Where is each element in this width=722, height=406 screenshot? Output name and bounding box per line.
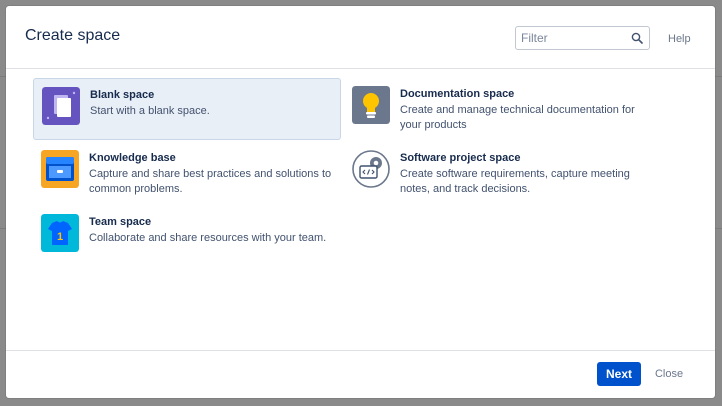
svg-text:1: 1 <box>57 231 63 243</box>
create-space-dialog: Create space Help Blank space Start with… <box>6 6 715 398</box>
help-link[interactable]: Help <box>668 33 691 45</box>
space-option-blank[interactable]: Blank space Start with a blank space. <box>33 78 341 140</box>
space-option-description: Collaborate and share resources with you… <box>89 232 327 244</box>
space-option-software-project[interactable]: Software project space Create software r… <box>344 142 652 204</box>
space-option-name: Software project space <box>400 152 521 164</box>
code-gear-icon <box>352 150 390 188</box>
space-option-description: Create software requirements, capture me… <box>400 168 630 195</box>
team-shirt-icon: 1 <box>41 214 79 252</box>
space-option-description: Capture and share best practices and sol… <box>89 168 332 195</box>
next-button[interactable]: Next <box>597 362 641 386</box>
space-option-description: Create and manage technical documentatio… <box>400 104 635 131</box>
space-option-name: Blank space <box>90 89 155 101</box>
close-button[interactable]: Close <box>649 362 689 386</box>
dialog-title: Create space <box>25 27 121 44</box>
search-icon[interactable] <box>631 32 643 44</box>
space-type-list: Blank space Start with a blank space. Do… <box>6 68 715 351</box>
space-option-name: Documentation space <box>400 88 515 100</box>
dialog-header: Create space Help <box>6 6 715 68</box>
space-option-name: Team space <box>89 216 152 228</box>
space-option-documentation[interactable]: Documentation space Create and manage te… <box>344 78 652 140</box>
space-option-knowledge-base[interactable]: Knowledge base Capture and share best pr… <box>33 142 341 204</box>
blank-space-icon <box>42 87 80 125</box>
space-option-description: Start with a blank space. <box>90 105 210 117</box>
space-option-name: Knowledge base <box>89 152 176 164</box>
filter-field[interactable] <box>515 26 650 50</box>
knowledge-base-icon <box>41 150 79 188</box>
space-option-team[interactable]: 1 Team space Collaborate and share resou… <box>33 206 341 268</box>
lightbulb-icon <box>352 86 390 124</box>
filter-input[interactable] <box>516 27 628 49</box>
